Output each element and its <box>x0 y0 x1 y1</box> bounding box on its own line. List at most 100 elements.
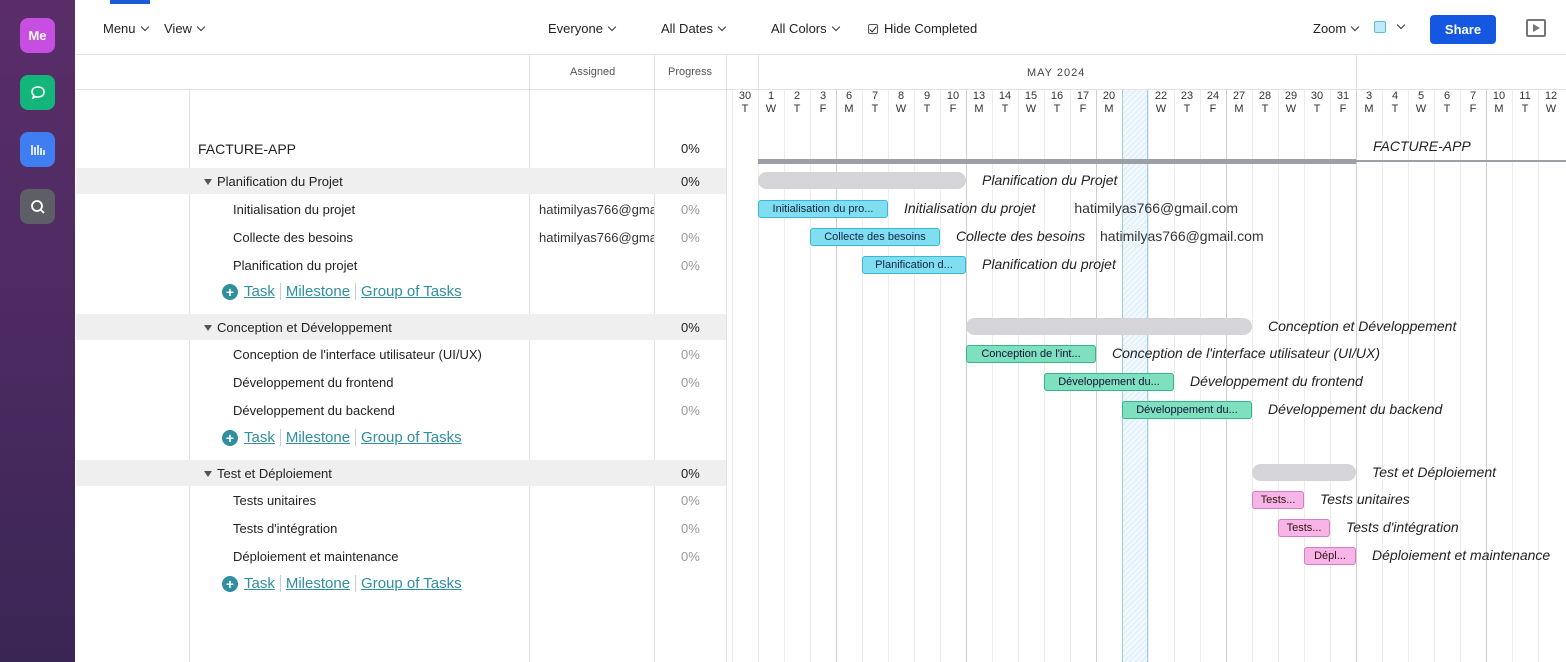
add-task-link[interactable]: Task <box>244 575 280 592</box>
group-row[interactable]: Conception et Développement 0% <box>76 314 726 340</box>
task-name[interactable]: Tests d'intégration <box>233 521 337 536</box>
task-bar[interactable]: Tests... <box>1278 519 1330 537</box>
task-bar-label[interactable]: Initialisation du projet <box>904 200 1036 216</box>
task-bar-label[interactable]: Tests unitaires <box>1320 491 1410 507</box>
add-group-link[interactable]: Group of Tasks <box>355 283 467 300</box>
chat-icon[interactable] <box>20 75 55 110</box>
task-row[interactable]: Collecte des besoins hatimilyas766@gmail.… <box>76 224 726 252</box>
task-row[interactable]: Développement du backend 0% <box>76 397 726 425</box>
task-name[interactable]: Initialisation du projet <box>233 202 355 217</box>
weekday-letter: T <box>923 103 931 115</box>
day-gridline <box>966 90 967 662</box>
add-milestone-link[interactable]: Milestone <box>279 575 355 592</box>
task-row[interactable]: Initialisation du projet hatimilyas766@gm… <box>76 196 726 224</box>
group-name[interactable]: Conception et Développement <box>204 320 392 335</box>
everyone-filter[interactable]: Everyone <box>548 21 617 36</box>
add-icon[interactable]: + <box>222 283 238 300</box>
task-bar[interactable]: Développement du... <box>1044 373 1174 391</box>
menu-dropdown[interactable]: Menu <box>103 21 149 36</box>
task-bar[interactable]: Collecte des besoins <box>810 228 940 246</box>
task-bar-label[interactable]: Conception et Développement <box>1268 318 1456 334</box>
share-button[interactable]: Share <box>1430 15 1496 44</box>
group-row[interactable]: Planification du Projet 0% <box>76 168 726 194</box>
day-number: 30 <box>1310 90 1324 102</box>
add-milestone-link[interactable]: Milestone <box>279 283 355 300</box>
task-bar[interactable]: Conception de l'int... <box>966 345 1096 363</box>
group-bar[interactable] <box>966 318 1252 335</box>
add-group-link[interactable]: Group of Tasks <box>355 429 467 446</box>
project-row[interactable]: FACTURE-APP 0% <box>76 135 726 163</box>
day-number: 28 <box>1258 90 1272 102</box>
task-bar[interactable]: Développement du... <box>1122 401 1252 419</box>
me-avatar-button[interactable]: Me <box>20 18 55 53</box>
task-assignee[interactable]: hatimilyas766@gmail.com <box>539 202 654 217</box>
task-row[interactable]: Planification du projet 0% <box>76 252 726 280</box>
task-assignee[interactable]: hatimilyas766@gmail.com <box>539 230 654 245</box>
add-group-link[interactable]: Group of Tasks <box>355 575 467 592</box>
task-name[interactable]: Collecte des besoins <box>233 230 353 245</box>
task-bar-label[interactable]: Tests d'intégration <box>1346 519 1459 535</box>
task-bar-label[interactable]: Planification du Projet <box>982 172 1117 188</box>
task-name[interactable]: Déploiement et maintenance <box>233 549 399 564</box>
hide-completed-checkbox[interactable] <box>868 23 878 34</box>
task-name[interactable]: Développement du frontend <box>233 375 393 390</box>
day-header: 14 T <box>992 90 1018 116</box>
task-bar[interactable]: Dépl... <box>1304 547 1356 565</box>
group-row[interactable]: Test et Déploiement 0% <box>76 460 726 486</box>
collapse-triangle-icon[interactable] <box>204 179 212 185</box>
color-swatch-dropdown[interactable] <box>1374 20 1406 33</box>
task-name[interactable]: Conception de l'interface utilisateur (U… <box>233 347 482 362</box>
assigned-column-header[interactable]: Assigned <box>570 66 615 78</box>
group-name[interactable]: Test et Déploiement <box>204 466 332 481</box>
task-bar-label[interactable]: Conception de l'interface utilisateur (U… <box>1112 345 1380 361</box>
task-bar-assignee[interactable]: hatimilyas766@gmail.com <box>1100 228 1264 244</box>
project-summary-line <box>1356 160 1566 162</box>
chevron-down-icon <box>607 22 617 31</box>
task-bar-label[interactable]: Planification du projet <box>982 256 1116 272</box>
dates-filter[interactable]: All Dates <box>661 21 727 36</box>
view-dropdown[interactable]: View <box>164 21 206 36</box>
project-bar-label[interactable]: FACTURE-APP <box>1373 138 1471 154</box>
task-bar-label[interactable]: Test et Déploiement <box>1372 464 1496 480</box>
progress-column-header[interactable]: Progress <box>668 66 712 78</box>
task-row[interactable]: Conception de l'interface utilisateur (U… <box>76 341 726 369</box>
presentation-icon[interactable] <box>1526 19 1546 37</box>
day-number: 5 <box>1417 90 1425 102</box>
task-row[interactable]: Développement du frontend 0% <box>76 369 726 397</box>
task-name[interactable]: Planification du projet <box>233 258 357 273</box>
task-bar-label[interactable]: Développement du frontend <box>1190 373 1363 389</box>
group-bar[interactable] <box>1252 464 1356 481</box>
group-bar[interactable] <box>758 172 966 189</box>
zoom-dropdown[interactable]: Zoom <box>1313 21 1360 36</box>
weekday-letter: T <box>1443 103 1451 115</box>
task-bar[interactable]: Initialisation du pro... <box>758 200 888 218</box>
day-header: 28 T <box>1252 90 1278 116</box>
color-swatch <box>1374 21 1386 33</box>
collapse-triangle-icon[interactable] <box>204 471 212 477</box>
collapse-triangle-icon[interactable] <box>204 325 212 331</box>
task-name[interactable]: Développement du backend <box>233 403 395 418</box>
task-name[interactable]: Tests unitaires <box>233 493 316 508</box>
add-icon[interactable]: + <box>222 429 238 446</box>
add-task-link[interactable]: Task <box>244 283 280 300</box>
task-bar-assignee[interactable]: hatimilyas766@gmail.com <box>1074 200 1238 216</box>
task-bar[interactable]: Planification d... <box>862 256 966 274</box>
gantt-chart-icon[interactable] <box>20 132 55 167</box>
task-bar-label[interactable]: Collecte des besoins <box>956 228 1085 244</box>
search-icon[interactable] <box>20 189 55 224</box>
weekday-letter: T <box>1183 103 1191 115</box>
task-bar[interactable]: Tests... <box>1252 491 1304 509</box>
colors-filter[interactable]: All Colors <box>771 21 840 36</box>
task-row[interactable]: Tests unitaires 0% <box>76 487 726 515</box>
group-name[interactable]: Planification du Projet <box>204 174 343 189</box>
task-row[interactable]: Tests d'intégration 0% <box>76 515 726 543</box>
add-icon[interactable]: + <box>222 575 238 592</box>
add-task-link[interactable]: Task <box>244 429 280 446</box>
add-milestone-link[interactable]: Milestone <box>279 429 355 446</box>
hide-completed-toggle[interactable]: Hide Completed <box>868 21 977 36</box>
task-bar-label[interactable]: Développement du backend <box>1268 401 1442 417</box>
task-bar-label[interactable]: Déploiement et maintenance <box>1372 547 1550 563</box>
task-row[interactable]: Déploiement et maintenance 0% <box>76 543 726 571</box>
weekday-letter: M <box>1364 103 1374 115</box>
project-name[interactable]: FACTURE-APP <box>198 141 296 157</box>
